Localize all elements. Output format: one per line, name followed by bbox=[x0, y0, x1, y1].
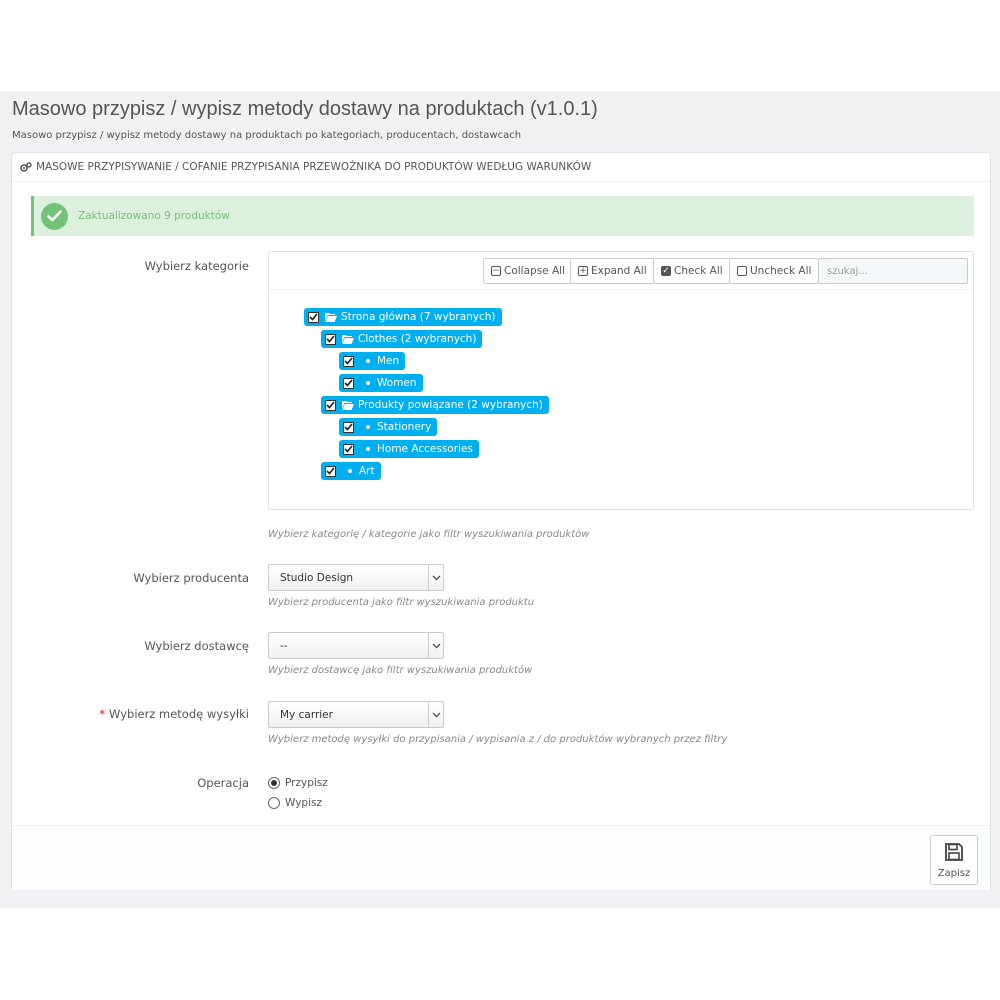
tree-node-stationery[interactable]: Stationery bbox=[339, 418, 438, 436]
folder-open-icon bbox=[342, 400, 354, 410]
minus-square-icon: − bbox=[491, 265, 501, 276]
panel-heading: Masowe przypisywanie / cofanie przypisan… bbox=[12, 153, 990, 182]
tree-node-label: Stationery bbox=[377, 421, 432, 433]
tree-node-art[interactable]: Art bbox=[321, 462, 381, 480]
manufacturer-label: Wybierz producenta bbox=[133, 571, 249, 585]
carrier-value: My carrier bbox=[280, 708, 333, 721]
tree-toolbar: − Collapse All + Expand All ✓ Check All … bbox=[269, 252, 973, 290]
radio-assign[interactable]: Przypisz bbox=[268, 777, 328, 789]
chevron-down-icon[interactable] bbox=[428, 633, 443, 658]
tree-node-label: Clothes (2 wybranych) bbox=[358, 333, 477, 345]
required-mark: * bbox=[99, 707, 106, 721]
uncheck-all-label: Uncheck All bbox=[750, 265, 812, 277]
check-circle-icon bbox=[41, 202, 68, 230]
supplier-select[interactable]: -- bbox=[268, 632, 444, 659]
tree-node-strona-glowna[interactable]: Strona główna (7 wybranych) bbox=[304, 308, 502, 326]
page-subtitle: Masowo przypisz / wypisz metody dostawy … bbox=[12, 130, 522, 141]
check-all-button[interactable]: ✓ Check All bbox=[653, 258, 731, 284]
uncheck-all-button[interactable]: Uncheck All bbox=[729, 258, 820, 284]
panel-footer: Zapisz bbox=[12, 825, 990, 890]
radio-unassign-label: Wypisz bbox=[285, 797, 322, 809]
tree-node-produkty-powiazane[interactable]: Produkty powiązane (2 wybranych) bbox=[321, 396, 549, 414]
category-help: Wybierz kategorię / kategorie jako filtr… bbox=[268, 529, 590, 540]
tree-node-label: Art bbox=[359, 465, 375, 477]
folder-open-icon bbox=[325, 312, 337, 322]
chevron-down-icon[interactable] bbox=[428, 702, 443, 727]
checkbox-icon[interactable] bbox=[343, 421, 354, 433]
checkbox-icon[interactable] bbox=[343, 443, 354, 455]
checkbox-icon[interactable] bbox=[343, 355, 354, 367]
tree-node-home-accessories[interactable]: Home Accessories bbox=[339, 440, 479, 458]
tree-node-label: Men bbox=[377, 355, 400, 367]
supplier-value: -- bbox=[280, 639, 288, 652]
folder-open-icon bbox=[342, 334, 354, 344]
radio-assign-label: Przypisz bbox=[285, 777, 328, 789]
tree-node-women[interactable]: Women bbox=[339, 374, 423, 392]
category-search-input[interactable]: szukaj... bbox=[818, 258, 968, 284]
tree-node-men[interactable]: Men bbox=[339, 352, 406, 370]
radio-empty-icon[interactable] bbox=[268, 797, 280, 809]
supplier-help: Wybierz dostawcę jako filtr wyszukiwania… bbox=[268, 665, 533, 676]
manufacturer-help: Wybierz producenta jako filtr wyszukiwan… bbox=[268, 597, 535, 608]
checkbox-icon[interactable] bbox=[343, 377, 354, 389]
floppy-disk-icon bbox=[944, 842, 964, 865]
expand-all-button[interactable]: + Expand All bbox=[570, 258, 655, 284]
bullet-icon bbox=[366, 381, 370, 385]
tree-node-label: Women bbox=[377, 377, 417, 389]
tree-node-label: Produkty powiązane (2 wybranych) bbox=[358, 399, 543, 411]
carrier-label: * Wybierz metodę wysyłki bbox=[99, 707, 249, 721]
category-tree: − Collapse All + Expand All ✓ Check All … bbox=[268, 251, 974, 510]
checked-square-icon: ✓ bbox=[661, 265, 671, 276]
expand-all-label: Expand All bbox=[591, 265, 647, 277]
gears-icon bbox=[20, 161, 32, 173]
collapse-all-label: Collapse All bbox=[504, 265, 565, 277]
main-panel: Masowe przypisywanie / cofanie przypisan… bbox=[11, 152, 991, 890]
save-button[interactable]: Zapisz bbox=[930, 835, 978, 885]
manufacturer-select[interactable]: Studio Design bbox=[268, 564, 444, 591]
bullet-icon bbox=[348, 469, 352, 473]
tree-node-clothes[interactable]: Clothes (2 wybranych) bbox=[321, 330, 483, 348]
check-all-label: Check All bbox=[674, 265, 723, 277]
carrier-label-text: Wybierz metodę wysyłki bbox=[109, 707, 249, 721]
category-label: Wybierz kategorie bbox=[144, 259, 249, 273]
bullet-icon bbox=[366, 447, 370, 451]
checkbox-icon[interactable] bbox=[325, 465, 336, 477]
radio-checked-icon[interactable] bbox=[268, 777, 280, 789]
empty-square-icon bbox=[737, 266, 747, 276]
page-title: Masowo przypisz / wypisz metody dostawy … bbox=[12, 98, 598, 120]
chevron-down-icon[interactable] bbox=[428, 565, 443, 590]
plus-square-icon: + bbox=[578, 265, 588, 276]
bullet-icon bbox=[366, 425, 370, 429]
collapse-all-button[interactable]: − Collapse All bbox=[483, 258, 573, 284]
operation-label: Operacja bbox=[197, 776, 249, 790]
checkbox-icon[interactable] bbox=[308, 311, 319, 323]
tree-node-label: Strona główna (7 wybranych) bbox=[341, 311, 496, 323]
panel-heading-text: Masowe przypisywanie / cofanie przypisan… bbox=[36, 161, 592, 173]
checkbox-icon[interactable] bbox=[325, 333, 336, 345]
manufacturer-value: Studio Design bbox=[280, 571, 354, 584]
save-label: Zapisz bbox=[937, 867, 971, 879]
supplier-label: Wybierz dostawcę bbox=[144, 639, 249, 653]
carrier-help: Wybierz metodę wysyłki do przypisania / … bbox=[268, 734, 728, 745]
success-alert: Zaktualizowano 9 produktów bbox=[31, 196, 974, 236]
radio-unassign[interactable]: Wypisz bbox=[268, 797, 322, 809]
tree-node-label: Home Accessories bbox=[377, 443, 473, 455]
carrier-select[interactable]: My carrier bbox=[268, 701, 444, 728]
alert-message: Zaktualizowano 9 produktów bbox=[78, 210, 230, 222]
checkbox-icon[interactable] bbox=[325, 399, 336, 411]
bullet-icon bbox=[366, 359, 370, 363]
